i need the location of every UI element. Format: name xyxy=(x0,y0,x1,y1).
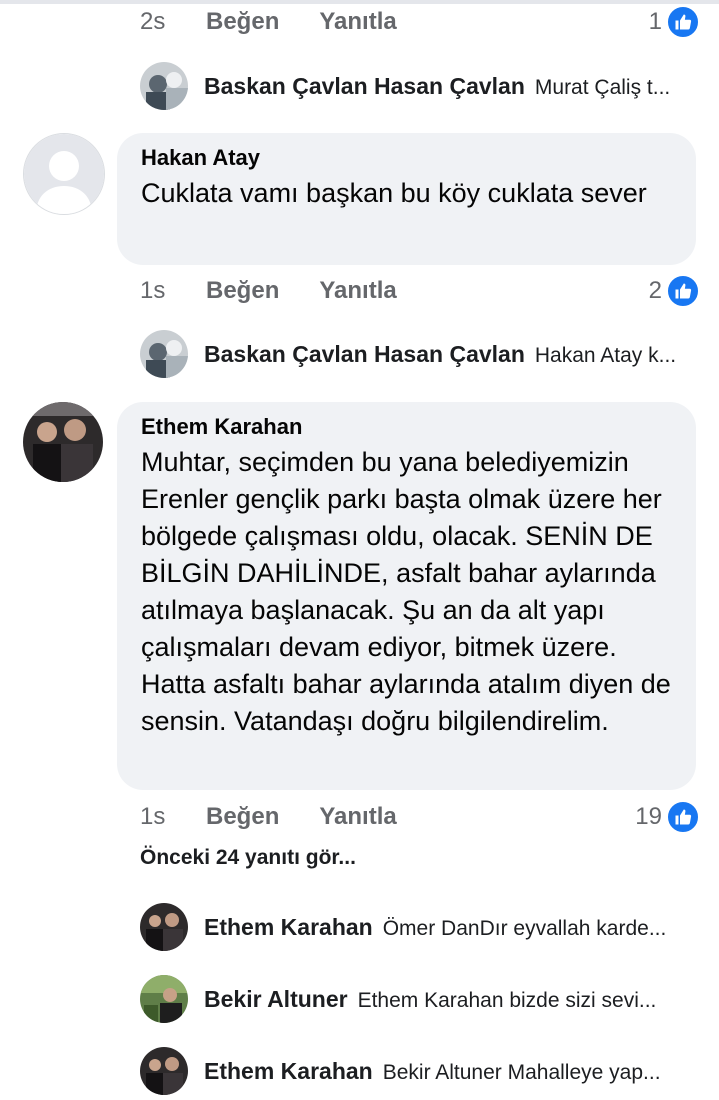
avatar[interactable] xyxy=(140,975,188,1023)
view-previous-replies-link[interactable]: Önceki 24 yanıtı gör... xyxy=(140,846,356,870)
comment-actions: 1s Beğen Yanıtla 2 xyxy=(140,271,700,311)
avatar[interactable] xyxy=(140,62,188,110)
comment-actions: 2s Beğen Yanıtla 1 xyxy=(140,2,700,42)
collapsed-reply[interactable]: Ethem Karahan Ömer DanDır eyvallah karde… xyxy=(140,902,700,952)
reply-snippet: Bekir Altuner Mahalleye yap... xyxy=(382,1060,661,1084)
timestamp: 2s xyxy=(140,8,166,35)
collapsed-reply[interactable]: Baskan Çavlan Hasan Çavlan Murat Çaliş t… xyxy=(140,61,700,111)
avatar[interactable] xyxy=(23,133,105,215)
reply-button[interactable]: Yanıtla xyxy=(319,803,396,831)
avatar[interactable] xyxy=(140,903,188,951)
reply-button[interactable]: Yanıtla xyxy=(319,8,396,36)
reply-snippet: Ethem Karahan bizde sizi sevi... xyxy=(357,988,657,1012)
reaction-count-value: 19 xyxy=(635,803,662,830)
reply-snippet: Ömer DanDır eyvallah karde... xyxy=(382,916,667,940)
like-icon xyxy=(666,5,700,39)
collapsed-reply[interactable]: Baskan Çavlan Hasan Çavlan Hakan Atay k.… xyxy=(140,329,700,379)
reply-button[interactable]: Yanıtla xyxy=(319,277,396,305)
reaction-count-value: 2 xyxy=(648,277,662,304)
reaction-count[interactable]: 19 xyxy=(635,800,700,834)
collapsed-reply[interactable]: Ethem Karahan Bekir Altuner Mahalleye ya… xyxy=(140,1046,700,1096)
reply-author[interactable]: Ethem Karahan xyxy=(204,914,373,941)
reply-author[interactable]: Bekir Altuner xyxy=(204,986,348,1013)
comment-text: Muhtar, seçimden bu yana belediyemizin E… xyxy=(141,447,671,736)
avatar[interactable] xyxy=(140,330,188,378)
reaction-count[interactable]: 2 xyxy=(649,274,700,308)
like-button[interactable]: Beğen xyxy=(206,803,279,831)
reply-author[interactable]: Ethem Karahan xyxy=(204,1058,373,1085)
comment-bubble: Hakan Atay Cuklata vamı başkan bu köy cu… xyxy=(117,133,696,265)
reaction-count-value: 1 xyxy=(648,8,662,35)
reply-author[interactable]: Baskan Çavlan Hasan Çavlan xyxy=(204,73,525,100)
collapsed-reply[interactable]: Bekir Altuner Ethem Karahan bizde sizi s… xyxy=(140,974,700,1024)
like-button[interactable]: Beğen xyxy=(206,8,279,36)
like-icon xyxy=(666,800,700,834)
reply-snippet: Hakan Atay k... xyxy=(534,343,677,367)
comment-actions: 1s Beğen Yanıtla 19 xyxy=(140,797,700,837)
timestamp: 1s xyxy=(140,803,166,830)
comment-author[interactable]: Ethem Karahan xyxy=(141,414,672,440)
comment-author[interactable]: Hakan Atay xyxy=(141,145,672,171)
reply-snippet: Murat Çaliş t... xyxy=(534,75,671,99)
reaction-count[interactable]: 1 xyxy=(649,5,700,39)
like-button[interactable]: Beğen xyxy=(206,277,279,305)
comment-bubble: Ethem Karahan Muhtar, seçimden bu yana b… xyxy=(117,402,696,790)
timestamp: 1s xyxy=(140,277,166,304)
reply-author[interactable]: Baskan Çavlan Hasan Çavlan xyxy=(204,341,525,368)
like-icon xyxy=(666,274,700,308)
comment-text: Cuklata vamı başkan bu köy cuklata sever xyxy=(141,178,647,208)
avatar[interactable] xyxy=(23,402,103,482)
avatar[interactable] xyxy=(140,1047,188,1095)
